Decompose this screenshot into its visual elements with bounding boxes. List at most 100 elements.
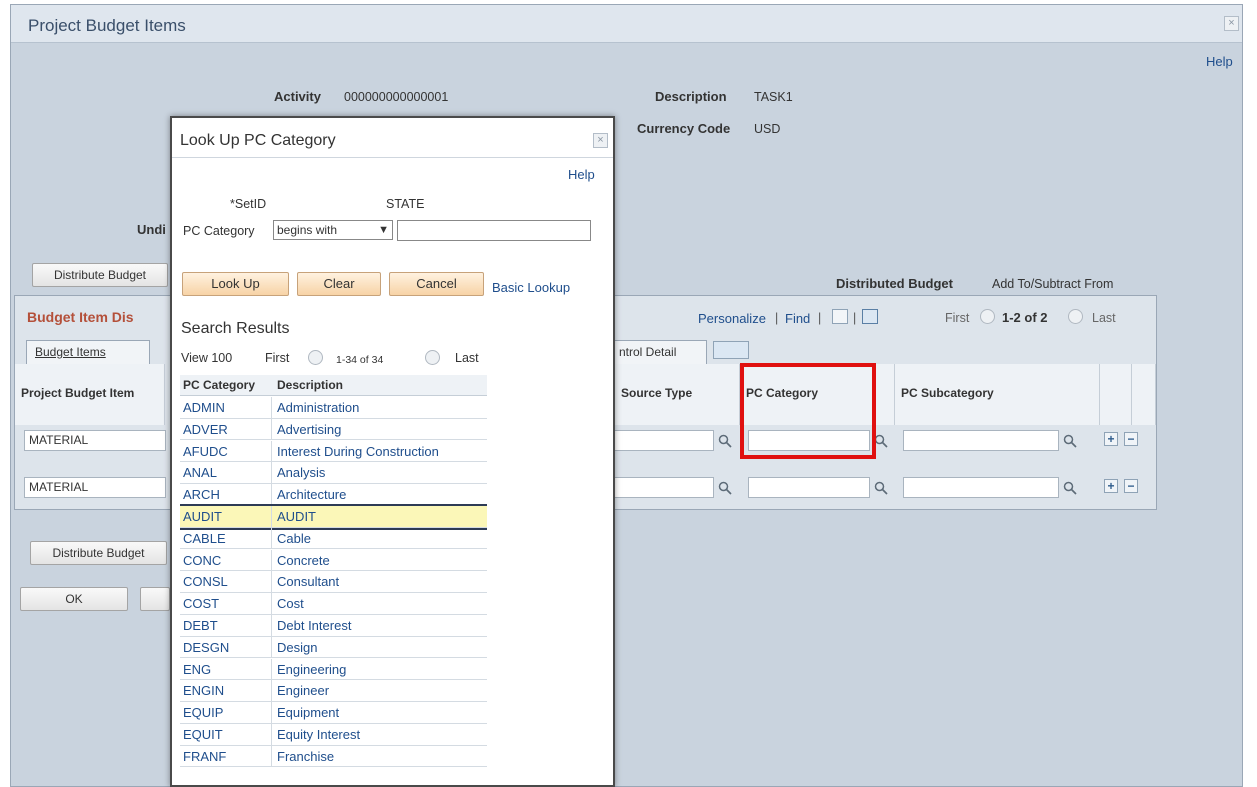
lookup-icon[interactable] (1063, 434, 1077, 448)
result-description[interactable]: Consultant (273, 571, 487, 592)
cancel-button[interactable]: Cancel (389, 272, 484, 296)
result-code[interactable]: DESGN (180, 636, 272, 658)
view-all-icon[interactable] (832, 309, 848, 324)
cancel-button-partial[interactable] (140, 587, 170, 611)
result-description[interactable]: Equipment (273, 702, 487, 723)
look-up-button[interactable]: Look Up (182, 272, 289, 296)
download-icon[interactable] (862, 309, 878, 324)
result-description[interactable]: Cable (273, 528, 487, 549)
grid-title: Budget Item Dis (27, 309, 134, 325)
result-code[interactable]: CABLE (180, 527, 272, 549)
col-delete (1132, 364, 1156, 425)
result-code[interactable]: AFUDC (180, 440, 272, 462)
result-row[interactable]: FRANF Franchise (180, 745, 487, 768)
lookup-icon[interactable] (718, 434, 732, 448)
result-description[interactable]: Concrete (273, 550, 487, 571)
result-row[interactable]: AFUDC Interest During Construction (180, 440, 487, 463)
result-row[interactable]: EQUIP Equipment (180, 702, 487, 724)
result-description[interactable]: Cost (273, 593, 487, 614)
result-description[interactable]: Administration (273, 397, 487, 418)
result-code[interactable]: ARCH (180, 484, 272, 505)
result-code[interactable]: COST (180, 593, 272, 614)
result-row[interactable]: ADVER Advertising (180, 418, 487, 441)
result-description[interactable]: Architecture (273, 484, 487, 505)
pc-category-callout (740, 363, 876, 459)
add-row-icon[interactable]: + (1104, 432, 1118, 446)
delete-row-icon[interactable]: − (1124, 479, 1138, 493)
delete-row-icon[interactable]: − (1124, 432, 1138, 446)
result-row[interactable]: ANAL Analysis (180, 462, 487, 484)
result-row[interactable]: DEBT Debt Interest (180, 615, 487, 637)
source-type-input-1[interactable] (614, 430, 714, 451)
show-all-columns-icon[interactable] (713, 341, 749, 359)
distribute-budget-button-bottom[interactable]: Distribute Budget (30, 541, 167, 565)
add-row-icon[interactable]: + (1104, 479, 1118, 493)
result-description[interactable]: Interest During Construction (273, 441, 487, 462)
find-link[interactable]: Find (785, 311, 810, 326)
result-description[interactable]: Advertising (273, 419, 487, 440)
pc-category-input-2[interactable] (748, 477, 870, 498)
prev-icon[interactable] (980, 309, 995, 324)
result-code[interactable]: EQUIT (180, 724, 272, 745)
result-row[interactable]: CONSL Consultant (180, 571, 487, 593)
pc-subcategory-input-2[interactable] (903, 477, 1059, 498)
result-description[interactable]: Debt Interest (273, 615, 487, 636)
next-icon[interactable] (1068, 309, 1083, 324)
result-description[interactable]: Franchise (273, 746, 487, 767)
result-row[interactable]: DESGN Design (180, 636, 487, 659)
result-description[interactable]: Equity Interest (273, 724, 487, 745)
lookup-icon[interactable] (1063, 481, 1077, 495)
result-row[interactable]: ADMIN Administration (180, 397, 487, 419)
result-code[interactable]: ADVER (180, 418, 272, 440)
close-icon[interactable]: × (593, 133, 608, 148)
basic-lookup-link[interactable]: Basic Lookup (492, 280, 570, 295)
result-row[interactable]: ARCH Architecture (180, 484, 487, 506)
result-code[interactable]: ANAL (180, 462, 272, 483)
lookup-icon[interactable] (718, 481, 732, 495)
tab-control-detail[interactable]: ntrol Detail (610, 340, 707, 364)
result-description[interactable]: Analysis (273, 462, 487, 483)
clear-button[interactable]: Clear (297, 272, 381, 296)
result-row[interactable]: AUDIT AUDIT (180, 504, 487, 530)
source-type-input-2[interactable] (614, 477, 714, 498)
result-code[interactable]: ADMIN (180, 397, 272, 418)
close-icon[interactable]: × (1224, 16, 1239, 31)
col-pc-subcategory: PC Subcategory (895, 364, 1100, 425)
view-100-link[interactable]: View 100 (181, 351, 232, 365)
help-link[interactable]: Help (1206, 54, 1233, 69)
result-code[interactable]: ENG (180, 658, 272, 680)
result-row[interactable]: ENGIN Engineer (180, 680, 487, 702)
lookup-icon[interactable] (874, 434, 888, 448)
result-row[interactable]: CONC Concrete (180, 549, 487, 572)
result-row[interactable]: EQUIT Equity Interest (180, 724, 487, 746)
tab-budget-items[interactable]: Budget Items (26, 340, 150, 364)
lookup-icon[interactable] (874, 481, 888, 495)
result-code[interactable]: CONC (180, 549, 272, 571)
next-icon[interactable] (425, 350, 440, 365)
prev-icon[interactable] (308, 350, 323, 365)
ok-button[interactable]: OK (20, 587, 128, 611)
pc-category-search-input[interactable] (397, 220, 591, 241)
result-row[interactable]: CABLE Cable (180, 527, 487, 550)
result-code[interactable]: CONSL (180, 571, 272, 592)
budget-item-input-1[interactable]: MATERIAL (24, 430, 166, 451)
result-code[interactable]: FRANF (180, 745, 272, 767)
result-row[interactable]: COST Cost (180, 593, 487, 615)
distributed-budget-value: Add To/Subtract From (992, 277, 1114, 291)
pc-subcategory-input-1[interactable] (903, 430, 1059, 451)
result-code[interactable]: DEBT (180, 615, 272, 636)
result-row[interactable]: ENG Engineering (180, 658, 487, 681)
result-description[interactable]: AUDIT (273, 506, 487, 527)
result-code[interactable]: ENGIN (180, 680, 272, 701)
result-description[interactable]: Engineer (273, 680, 487, 701)
result-code[interactable]: AUDIT (180, 506, 272, 527)
result-description[interactable]: Engineering (273, 659, 487, 680)
result-code[interactable]: EQUIP (180, 702, 272, 723)
modal-help-link[interactable]: Help (568, 167, 595, 182)
operator-select[interactable]: begins with ▼ (273, 220, 393, 240)
result-description[interactable]: Design (273, 637, 487, 658)
personalize-link[interactable]: Personalize (698, 311, 766, 326)
distribute-budget-button-top[interactable]: Distribute Budget (32, 263, 168, 287)
budget-item-input-2[interactable]: MATERIAL (24, 477, 166, 498)
distributed-budget-label: Distributed Budget (836, 276, 953, 291)
